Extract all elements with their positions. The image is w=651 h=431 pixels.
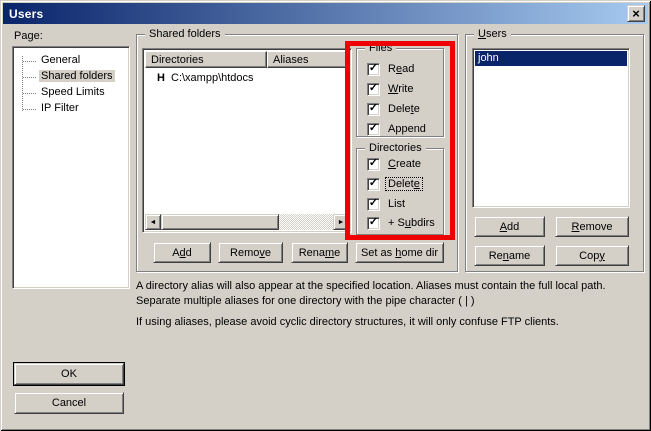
tree-item-speed-limits[interactable]: Speed Limits (13, 85, 129, 101)
users-group-label: Users (474, 28, 511, 40)
column-header-directories[interactable]: Directories (145, 51, 267, 68)
remove-folder-button[interactable]: Remove (218, 242, 283, 263)
check-icon: ✓ (369, 178, 378, 189)
directories-group: Directories ✓ Create ✓ Delete ✓ List ✓ +… (356, 148, 444, 235)
delete-dirs-label: Delete (386, 178, 422, 190)
check-icon: ✓ (369, 83, 378, 94)
dirs-list-option[interactable]: ✓ List (367, 196, 407, 212)
scroll-right-icon: ► (338, 219, 345, 226)
check-icon: ✓ (369, 63, 378, 74)
subdirs-label: + Subdirs (386, 217, 437, 229)
directories-list-header: Directories Aliases (145, 51, 349, 68)
directory-row[interactable]: H C:\xampp\htdocs (145, 70, 349, 86)
user-row-john[interactable]: john (475, 51, 627, 66)
check-icon: ✓ (369, 123, 378, 134)
set-as-home-dir-button[interactable]: Set as home dir (355, 242, 444, 263)
scroll-left-button[interactable]: ◄ (145, 214, 161, 230)
add-user-button[interactable]: Add (474, 216, 545, 237)
write-checkbox[interactable]: ✓ (367, 83, 380, 96)
page-tree: General Shared folders Speed Limits IP F… (12, 46, 130, 289)
check-icon: ✓ (369, 103, 378, 114)
rename-user-button[interactable]: Rename (474, 245, 545, 266)
notes-block: A directory alias will also appear at th… (136, 279, 644, 330)
subdirs-checkbox[interactable]: ✓ (367, 217, 380, 230)
create-label: Create (386, 158, 423, 170)
files-group-label: Files (365, 42, 396, 54)
close-button[interactable]: × (627, 5, 645, 22)
files-append-option[interactable]: ✓ Append (367, 121, 428, 137)
close-icon: × (632, 7, 640, 20)
cancel-button[interactable]: Cancel (14, 392, 124, 414)
list-label: List (386, 198, 407, 210)
remove-user-button[interactable]: Remove (555, 216, 629, 237)
files-read-option[interactable]: ✓ Read (367, 61, 416, 77)
delete-files-checkbox[interactable]: ✓ (367, 103, 380, 116)
append-checkbox[interactable]: ✓ (367, 123, 380, 136)
copy-user-button[interactable]: Copy (555, 245, 629, 266)
tree-item-general[interactable]: General (13, 53, 129, 69)
delete-files-label: Delete (386, 103, 422, 115)
users-dialog: Users × Page: General Shared folders Spe… (0, 0, 651, 431)
alias-note: A directory alias will also appear at th… (136, 279, 644, 309)
page-label: Page: (14, 30, 43, 42)
dirs-create-option[interactable]: ✓ Create (367, 156, 423, 172)
check-icon: ✓ (369, 158, 378, 169)
directories-list: Directories Aliases H C:\xampp\htdocs ◄ … (142, 48, 352, 233)
read-label: Read (386, 63, 416, 75)
column-header-aliases[interactable]: Aliases (267, 51, 349, 68)
scroll-left-icon: ◄ (150, 219, 157, 226)
home-dir-marker: H (157, 72, 171, 84)
dirs-delete-option[interactable]: ✓ Delete (367, 176, 422, 192)
shared-folders-group-label: Shared folders (145, 28, 225, 40)
rename-folder-button[interactable]: Rename (291, 242, 348, 263)
files-write-option[interactable]: ✓ Write (367, 81, 415, 97)
cyclic-note: If using aliases, please avoid cyclic di… (136, 315, 644, 330)
title-bar[interactable]: Users × (3, 3, 648, 24)
ok-button[interactable]: OK (14, 363, 124, 385)
tree-item-ip-filter[interactable]: IP Filter (13, 101, 129, 117)
tree-item-shared-folders[interactable]: Shared folders (13, 69, 129, 85)
scrollbar-thumb[interactable] (161, 214, 279, 230)
create-checkbox[interactable]: ✓ (367, 158, 380, 171)
append-label: Append (386, 123, 428, 135)
add-folder-button[interactable]: Add (153, 242, 211, 263)
delete-dirs-checkbox[interactable]: ✓ (367, 178, 380, 191)
window-title: Users (3, 7, 43, 21)
files-delete-option[interactable]: ✓ Delete (367, 101, 422, 117)
dirs-subdirs-option[interactable]: ✓ + Subdirs (367, 215, 437, 231)
horizontal-scrollbar[interactable]: ◄ ► (145, 214, 349, 230)
read-checkbox[interactable]: ✓ (367, 63, 380, 76)
scroll-right-button[interactable]: ► (333, 214, 349, 230)
directory-path: C:\xampp\htdocs (171, 72, 254, 84)
check-icon: ✓ (369, 217, 378, 228)
users-list: john (472, 48, 630, 208)
write-label: Write (386, 83, 415, 95)
list-checkbox[interactable]: ✓ (367, 198, 380, 211)
directories-group-label: Directories (365, 142, 426, 154)
check-icon: ✓ (369, 198, 378, 209)
files-group: Files ✓ Read ✓ Write ✓ Delete ✓ Append (356, 48, 444, 137)
